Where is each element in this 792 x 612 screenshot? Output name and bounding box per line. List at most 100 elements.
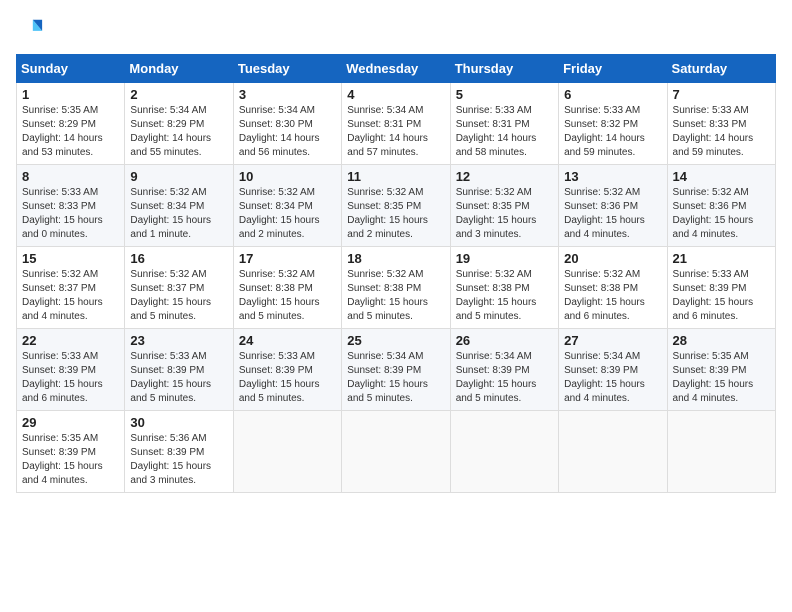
day-info: Sunrise: 5:34 AMSunset: 8:39 PMDaylight:… <box>456 351 537 404</box>
day-info: Sunrise: 5:32 AMSunset: 8:38 PMDaylight:… <box>456 269 537 322</box>
day-number: 14 <box>673 169 770 184</box>
day-number: 23 <box>130 333 227 348</box>
calendar-day-cell: 14 Sunrise: 5:32 AMSunset: 8:36 PMDayligh… <box>667 165 775 247</box>
day-number: 20 <box>564 251 661 266</box>
calendar-body: 1Sunrise: 5:35 AMSunset: 8:29 PMDaylight… <box>17 83 776 493</box>
day-info: Sunrise: 5:34 AMSunset: 8:30 PMDaylight:… <box>239 105 320 158</box>
day-info: Sunrise: 5:34 AMSunset: 8:39 PMDaylight:… <box>564 351 645 404</box>
calendar-day-cell: 10 Sunrise: 5:32 AMSunset: 8:34 PMDayligh… <box>233 165 341 247</box>
day-number: 10 <box>239 169 336 184</box>
calendar-day-cell: 28 Sunrise: 5:35 AMSunset: 8:39 PMDayligh… <box>667 329 775 411</box>
day-number: 19 <box>456 251 553 266</box>
weekday-header-cell: Thursday <box>450 55 558 83</box>
day-info: Sunrise: 5:33 AMSunset: 8:33 PMDaylight:… <box>673 105 754 158</box>
calendar-day-cell: 25Sunrise: 5:34 AMSunset: 8:39 PMDayligh… <box>342 329 450 411</box>
day-number: 9 <box>130 169 227 184</box>
calendar-week-row: 29 Sunrise: 5:35 AMSunset: 8:39 PMDayligh… <box>17 411 776 493</box>
calendar-day-cell: 8 Sunrise: 5:33 AMSunset: 8:33 PMDaylight… <box>17 165 125 247</box>
day-info: Sunrise: 5:34 AMSunset: 8:29 PMDaylight:… <box>130 105 211 158</box>
calendar-day-cell: 9 Sunrise: 5:32 AMSunset: 8:34 PMDaylight… <box>125 165 233 247</box>
calendar-day-cell: 7Sunrise: 5:33 AMSunset: 8:33 PMDaylight… <box>667 83 775 165</box>
weekday-header-cell: Monday <box>125 55 233 83</box>
day-info: Sunrise: 5:32 AMSunset: 8:38 PMDaylight:… <box>347 269 428 322</box>
logo <box>16 16 44 44</box>
calendar-day-cell <box>450 411 558 493</box>
day-number: 18 <box>347 251 444 266</box>
day-number: 13 <box>564 169 661 184</box>
day-info: Sunrise: 5:32 AMSunset: 8:38 PMDaylight:… <box>564 269 645 322</box>
day-info: Sunrise: 5:33 AMSunset: 8:32 PMDaylight:… <box>564 105 645 158</box>
calendar-day-cell: 12 Sunrise: 5:32 AMSunset: 8:35 PMDayligh… <box>450 165 558 247</box>
calendar-day-cell: 17 Sunrise: 5:32 AMSunset: 8:38 PMDayligh… <box>233 247 341 329</box>
calendar-day-cell: 4Sunrise: 5:34 AMSunset: 8:31 PMDaylight… <box>342 83 450 165</box>
calendar-day-cell: 23Sunrise: 5:33 AMSunset: 8:39 PMDayligh… <box>125 329 233 411</box>
weekday-header-row: SundayMondayTuesdayWednesdayThursdayFrid… <box>17 55 776 83</box>
day-info: Sunrise: 5:33 AMSunset: 8:31 PMDaylight:… <box>456 105 537 158</box>
day-info: Sunrise: 5:33 AMSunset: 8:33 PMDaylight:… <box>22 187 103 240</box>
day-number: 21 <box>673 251 770 266</box>
day-number: 5 <box>456 87 553 102</box>
calendar-day-cell: 2 Sunrise: 5:34 AMSunset: 8:29 PMDaylight… <box>125 83 233 165</box>
calendar-day-cell <box>667 411 775 493</box>
calendar-day-cell: 27 Sunrise: 5:34 AMSunset: 8:39 PMDayligh… <box>559 329 667 411</box>
day-info: Sunrise: 5:32 AMSunset: 8:35 PMDaylight:… <box>456 187 537 240</box>
day-number: 12 <box>456 169 553 184</box>
calendar-day-cell: 1Sunrise: 5:35 AMSunset: 8:29 PMDaylight… <box>17 83 125 165</box>
day-number: 16 <box>130 251 227 266</box>
day-number: 28 <box>673 333 770 348</box>
calendar-day-cell: 3 Sunrise: 5:34 AMSunset: 8:30 PMDaylight… <box>233 83 341 165</box>
calendar-day-cell <box>233 411 341 493</box>
day-info: Sunrise: 5:32 AMSunset: 8:38 PMDaylight:… <box>239 269 320 322</box>
day-number: 1 <box>22 87 119 102</box>
calendar-day-cell: 18 Sunrise: 5:32 AMSunset: 8:38 PMDayligh… <box>342 247 450 329</box>
calendar-day-cell: 20 Sunrise: 5:32 AMSunset: 8:38 PMDayligh… <box>559 247 667 329</box>
calendar-week-row: 1Sunrise: 5:35 AMSunset: 8:29 PMDaylight… <box>17 83 776 165</box>
calendar-day-cell: 16 Sunrise: 5:32 AMSunset: 8:37 PMDayligh… <box>125 247 233 329</box>
calendar-day-cell: 19 Sunrise: 5:32 AMSunset: 8:38 PMDayligh… <box>450 247 558 329</box>
day-info: Sunrise: 5:32 AMSunset: 8:37 PMDaylight:… <box>22 269 103 322</box>
calendar-day-cell: 6Sunrise: 5:33 AMSunset: 8:32 PMDaylight… <box>559 83 667 165</box>
calendar-day-cell: 15 Sunrise: 5:32 AMSunset: 8:37 PMDayligh… <box>17 247 125 329</box>
day-number: 11 <box>347 169 444 184</box>
day-info: Sunrise: 5:32 AMSunset: 8:37 PMDaylight:… <box>130 269 211 322</box>
weekday-header-cell: Wednesday <box>342 55 450 83</box>
weekday-header-cell: Tuesday <box>233 55 341 83</box>
day-info: Sunrise: 5:32 AMSunset: 8:36 PMDaylight:… <box>673 187 754 240</box>
page-header <box>16 16 776 44</box>
day-number: 22 <box>22 333 119 348</box>
calendar-week-row: 15 Sunrise: 5:32 AMSunset: 8:37 PMDayligh… <box>17 247 776 329</box>
weekday-header-cell: Sunday <box>17 55 125 83</box>
weekday-header-cell: Friday <box>559 55 667 83</box>
calendar-day-cell: 29 Sunrise: 5:35 AMSunset: 8:39 PMDayligh… <box>17 411 125 493</box>
day-info: Sunrise: 5:32 AMSunset: 8:34 PMDaylight:… <box>239 187 320 240</box>
calendar-day-cell <box>559 411 667 493</box>
day-number: 15 <box>22 251 119 266</box>
calendar-day-cell: 5 Sunrise: 5:33 AMSunset: 8:31 PMDaylight… <box>450 83 558 165</box>
day-info: Sunrise: 5:35 AMSunset: 8:39 PMDaylight:… <box>22 433 103 486</box>
calendar-day-cell: 13 Sunrise: 5:32 AMSunset: 8:36 PMDayligh… <box>559 165 667 247</box>
day-number: 2 <box>130 87 227 102</box>
day-number: 8 <box>22 169 119 184</box>
day-info: Sunrise: 5:35 AMSunset: 8:39 PMDaylight:… <box>673 351 754 404</box>
day-number: 24 <box>239 333 336 348</box>
day-number: 26 <box>456 333 553 348</box>
day-number: 29 <box>22 415 119 430</box>
day-info: Sunrise: 5:32 AMSunset: 8:34 PMDaylight:… <box>130 187 211 240</box>
day-info: Sunrise: 5:34 AMSunset: 8:39 PMDaylight:… <box>347 351 428 404</box>
calendar-day-cell: 22Sunrise: 5:33 AMSunset: 8:39 PMDayligh… <box>17 329 125 411</box>
day-info: Sunrise: 5:36 AMSunset: 8:39 PMDaylight:… <box>130 433 211 486</box>
day-info: Sunrise: 5:32 AMSunset: 8:35 PMDaylight:… <box>347 187 428 240</box>
day-number: 3 <box>239 87 336 102</box>
calendar-day-cell: 11 Sunrise: 5:32 AMSunset: 8:35 PMDayligh… <box>342 165 450 247</box>
day-info: Sunrise: 5:32 AMSunset: 8:36 PMDaylight:… <box>564 187 645 240</box>
day-number: 17 <box>239 251 336 266</box>
calendar-day-cell: 21 Sunrise: 5:33 AMSunset: 8:39 PMDayligh… <box>667 247 775 329</box>
day-number: 27 <box>564 333 661 348</box>
calendar-week-row: 22Sunrise: 5:33 AMSunset: 8:39 PMDayligh… <box>17 329 776 411</box>
weekday-header-cell: Saturday <box>667 55 775 83</box>
day-info: Sunrise: 5:33 AMSunset: 8:39 PMDaylight:… <box>673 269 754 322</box>
calendar-day-cell: 24Sunrise: 5:33 AMSunset: 8:39 PMDayligh… <box>233 329 341 411</box>
day-number: 30 <box>130 415 227 430</box>
calendar-day-cell: 26 Sunrise: 5:34 AMSunset: 8:39 PMDayligh… <box>450 329 558 411</box>
calendar-table: SundayMondayTuesdayWednesdayThursdayFrid… <box>16 54 776 493</box>
